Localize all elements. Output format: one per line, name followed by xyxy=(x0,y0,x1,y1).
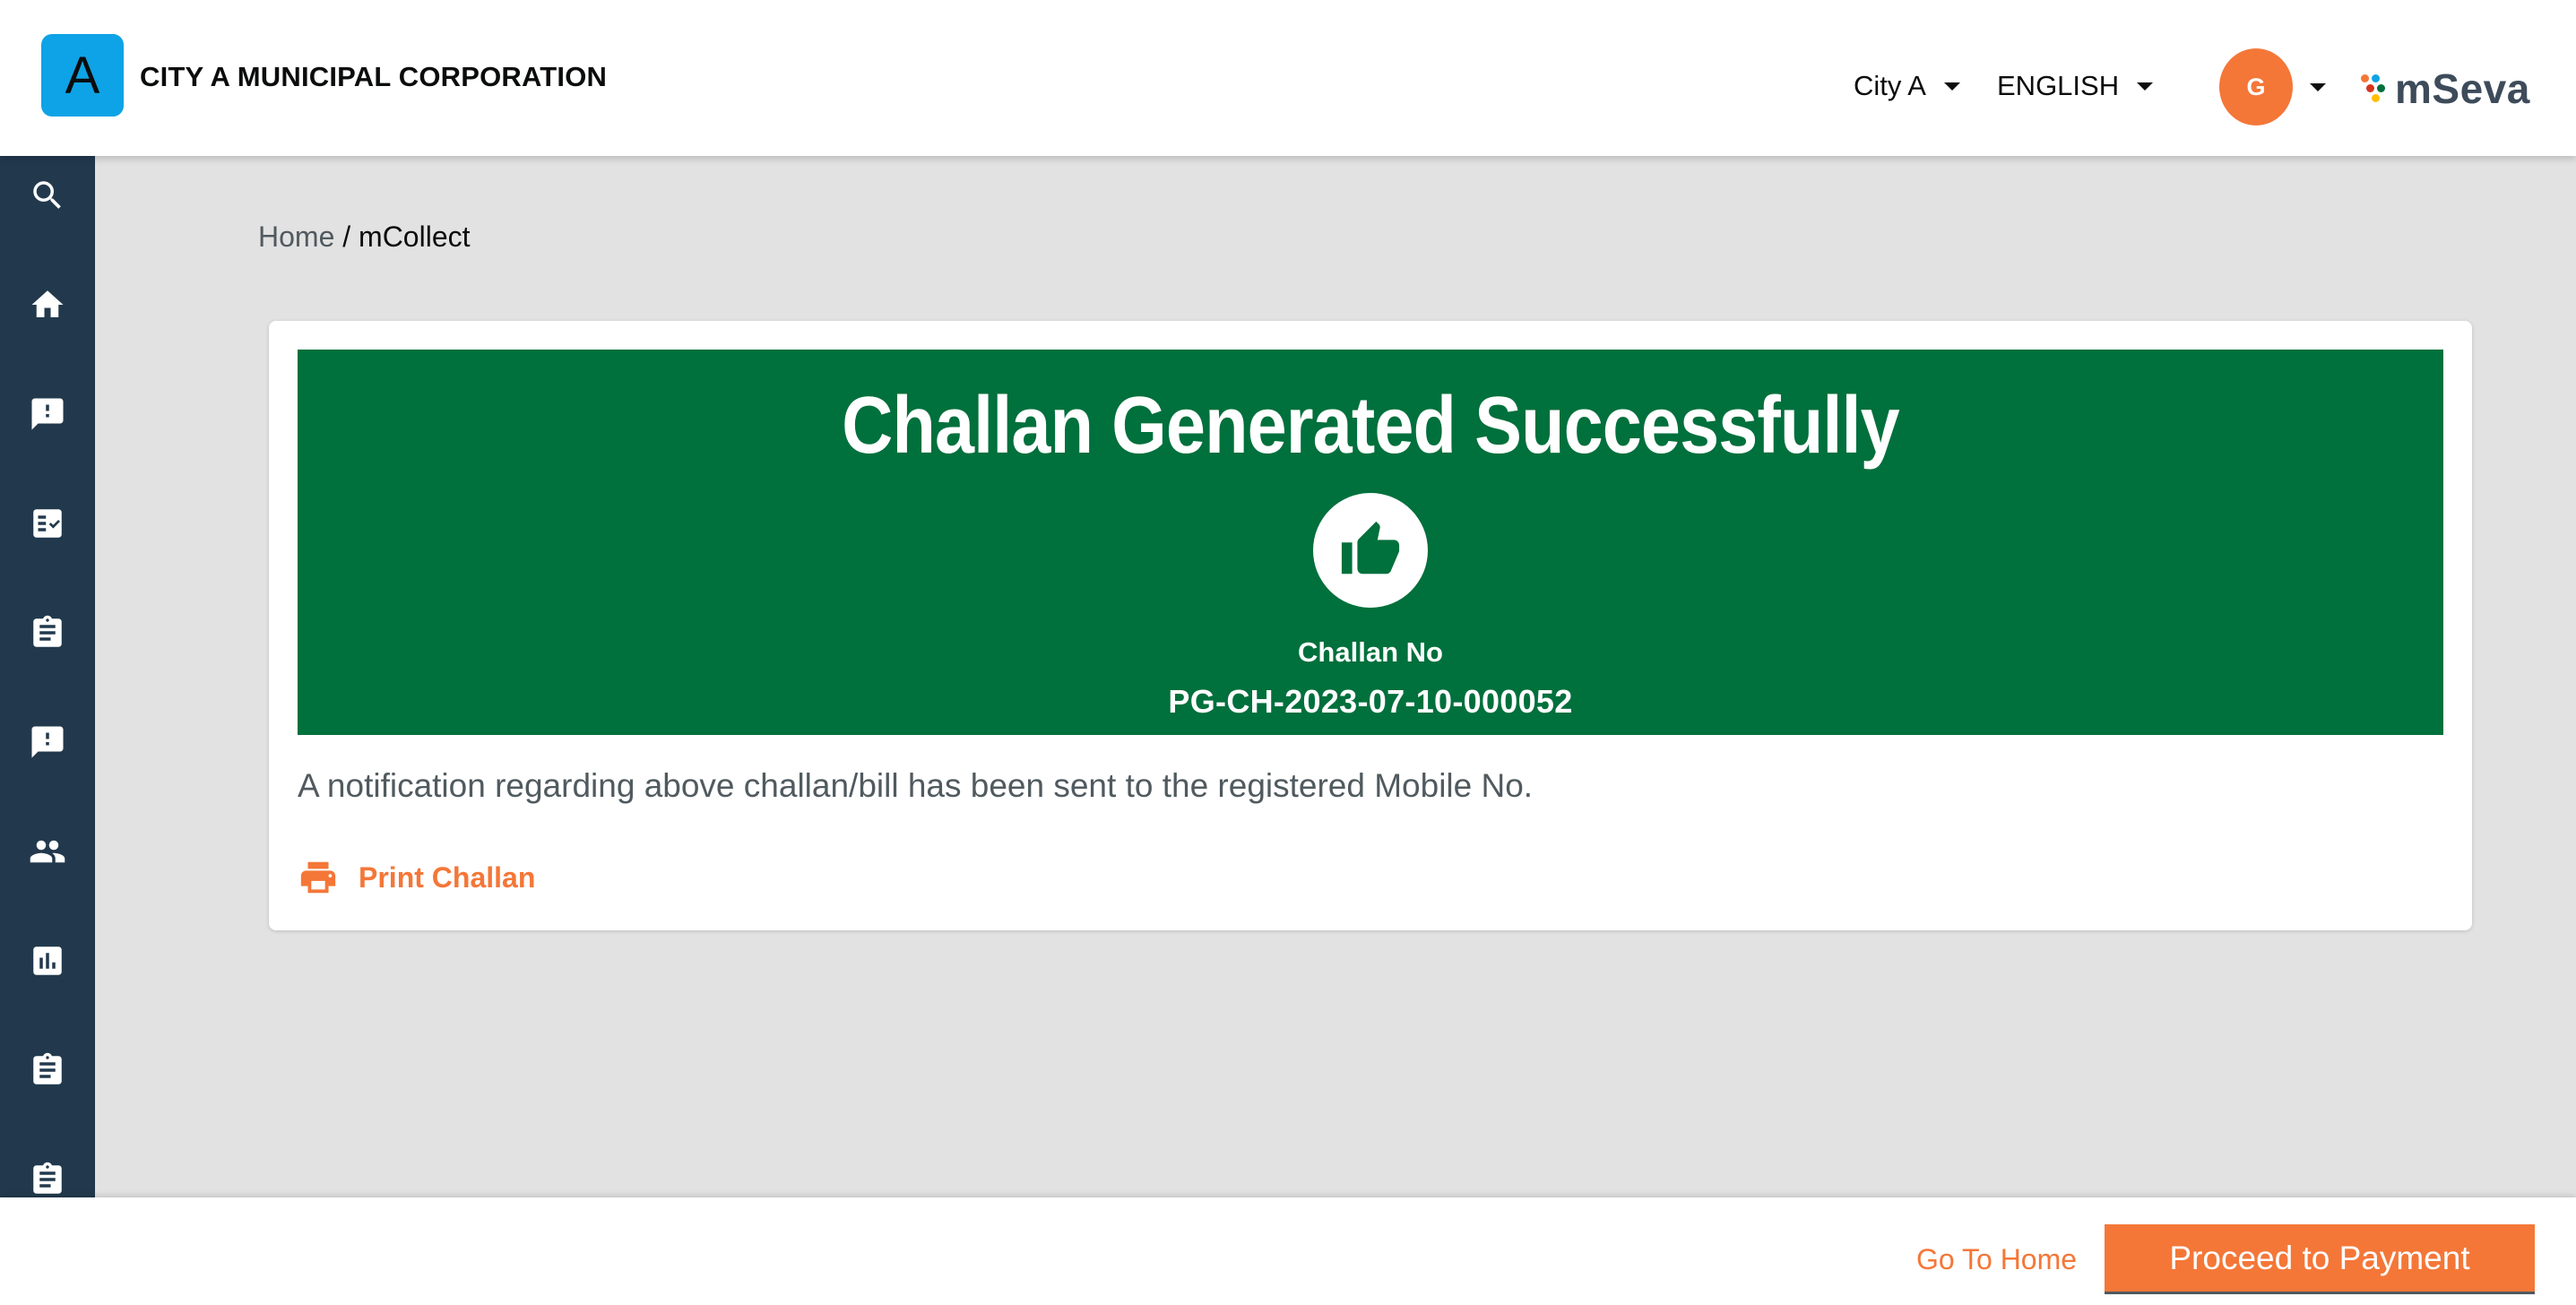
checklist-icon xyxy=(33,509,62,538)
print-icon xyxy=(300,861,336,894)
city-logo-letter: A xyxy=(65,46,100,105)
thumbs-up-icon xyxy=(1341,521,1400,575)
sidebar-item-reports[interactable] xyxy=(0,925,95,997)
chevron-down-icon xyxy=(1943,82,1960,91)
sidebar-item-checklist[interactable] xyxy=(0,488,95,559)
feedback-icon xyxy=(31,726,64,758)
assignment-icon xyxy=(33,1052,62,1085)
action-bar: Go To Home Proceed to Payment xyxy=(0,1197,2576,1305)
user-initial: G xyxy=(2246,73,2266,100)
people-icon xyxy=(30,840,65,863)
breadcrumb-separator: / xyxy=(334,220,359,253)
home-icon xyxy=(31,290,64,317)
mseva-logo-dots-icon xyxy=(2361,73,2391,105)
language-selector[interactable]: ENGLISH xyxy=(1997,70,2154,102)
thumb-circle xyxy=(1313,493,1428,608)
mseva-brand-text: mSeva xyxy=(2395,65,2530,112)
breadcrumb-home-link[interactable]: Home xyxy=(258,220,334,253)
go-to-home-link[interactable]: Go To Home xyxy=(1916,1243,2077,1276)
assignment-icon xyxy=(33,615,62,647)
proceed-to-payment-button[interactable]: Proceed to Payment xyxy=(2105,1224,2535,1294)
banner-title: Challan Generated Successfully xyxy=(842,381,1900,471)
sidebar-item-feedback[interactable] xyxy=(0,706,95,778)
search-icon xyxy=(33,181,61,209)
challan-number: PG-CH-2023-07-10-000052 xyxy=(1168,683,1573,720)
city-logo: A xyxy=(41,34,124,117)
sidebar-item-assignment[interactable] xyxy=(0,597,95,669)
city-selector[interactable]: City A xyxy=(1854,70,1960,102)
user-menu-chevron-icon[interactable] xyxy=(2310,83,2326,91)
sidebar-item-users[interactable] xyxy=(0,816,95,887)
sidebar-item-search[interactable] xyxy=(0,160,95,231)
feedback-icon xyxy=(31,398,64,430)
language-selector-label: ENGLISH xyxy=(1997,70,2120,101)
challan-number-label: Challan No xyxy=(1298,636,1443,668)
mseva-logo: mSeva xyxy=(2361,65,2530,113)
top-header: A CITY A MUNICIPAL CORPORATION City A EN… xyxy=(0,0,2576,156)
notification-message: A notification regarding above challan/b… xyxy=(298,767,1534,804)
chevron-down-icon xyxy=(2137,82,2154,91)
chart-icon xyxy=(33,946,62,975)
success-banner: Challan Generated Successfully Challan N… xyxy=(298,350,2443,735)
city-selector-label: City A xyxy=(1854,70,1926,101)
city-name: CITY A MUNICIPAL CORPORATION xyxy=(140,61,608,92)
assignment-icon xyxy=(33,1162,62,1194)
sidebar-item-complaints[interactable] xyxy=(0,378,95,450)
user-avatar[interactable]: G xyxy=(2219,48,2293,125)
sidebar xyxy=(0,156,95,1197)
breadcrumb: Home / mCollect xyxy=(258,220,471,254)
sidebar-item-home[interactable] xyxy=(0,269,95,341)
print-challan-link[interactable]: Print Challan xyxy=(298,857,535,898)
breadcrumb-current: mCollect xyxy=(359,220,471,253)
sidebar-item-assignment-2[interactable] xyxy=(0,1034,95,1106)
acknowledgement-card: Challan Generated Successfully Challan N… xyxy=(269,321,2472,930)
print-challan-label: Print Challan xyxy=(359,860,536,894)
